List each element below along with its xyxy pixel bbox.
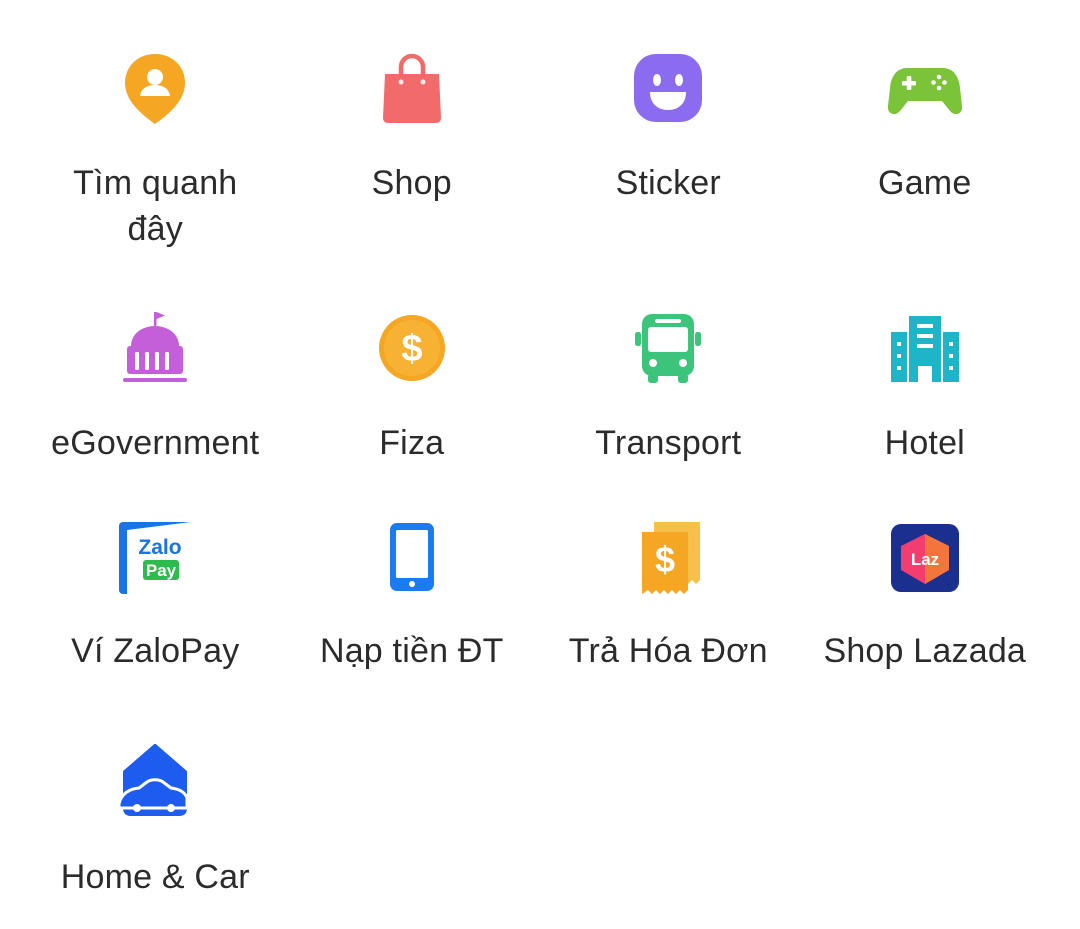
mobile-phone-icon (374, 520, 450, 596)
app-tile-nap-tien-dt[interactable]: Nạp tiền ĐT (284, 468, 541, 684)
smiley-sticker-icon (630, 50, 706, 126)
app-label: eGovernment (51, 424, 260, 462)
location-person-icon (117, 50, 193, 126)
app-label: Home & Car (60, 858, 250, 896)
shopping-bag-icon (374, 50, 450, 126)
bill-receipt-icon: $ (630, 520, 706, 596)
app-grid: Tìm quanh đây Shop Sticker Game eGovernm… (27, 0, 1053, 929)
gamepad-icon (887, 50, 963, 126)
hotel-building-icon (887, 310, 963, 386)
home-car-icon (117, 742, 193, 818)
app-label: Shop (371, 164, 452, 202)
app-label: Fiza (379, 424, 445, 462)
app-label: Shop Lazada (823, 632, 1027, 670)
app-label: Game (878, 164, 972, 202)
app-label: Tìm quanh đây (73, 164, 238, 248)
government-building-icon (117, 310, 193, 386)
app-tile-vi-zalopay[interactable]: Zalo Pay Ví ZaloPay (27, 468, 284, 684)
app-tile-sticker[interactable]: Sticker (540, 0, 797, 258)
zalopay-logo-zalo-text: Zalo (139, 536, 182, 559)
app-label: Nạp tiền ĐT (319, 632, 504, 670)
svg-text:$: $ (401, 328, 422, 370)
dollar-coin-icon: $ (374, 310, 450, 386)
app-label: Hotel (884, 424, 965, 462)
lazada-logo-icon: Laz (887, 520, 963, 596)
app-label: Transport (595, 424, 742, 462)
app-tile-transport[interactable]: Transport (540, 258, 797, 468)
app-tile-tim-quanh-day[interactable]: Tìm quanh đây (27, 0, 284, 258)
app-tile-egovernment[interactable]: eGovernment (27, 258, 284, 468)
app-tile-tra-hoa-don[interactable]: $ Trả Hóa Đơn (540, 468, 797, 684)
app-label: Ví ZaloPay (71, 632, 240, 670)
zalopay-logo-pay-text: Pay (146, 561, 177, 580)
lazada-logo-text: Laz (911, 550, 939, 569)
app-tile-home-car[interactable]: Home & Car (27, 684, 284, 929)
app-tile-hotel[interactable]: Hotel (797, 258, 1054, 468)
app-tile-game[interactable]: Game (797, 0, 1054, 258)
app-tile-shop-lazada[interactable]: Laz Shop Lazada (797, 468, 1054, 684)
bus-icon (630, 310, 706, 386)
app-label: Sticker (615, 164, 721, 202)
app-tile-shop[interactable]: Shop (284, 0, 541, 258)
svg-text:$: $ (655, 539, 675, 580)
app-label: Trả Hóa Đơn (568, 632, 768, 670)
app-tile-fiza[interactable]: $ Fiza (284, 258, 541, 468)
zalopay-logo-icon: Zalo Pay (117, 520, 193, 596)
